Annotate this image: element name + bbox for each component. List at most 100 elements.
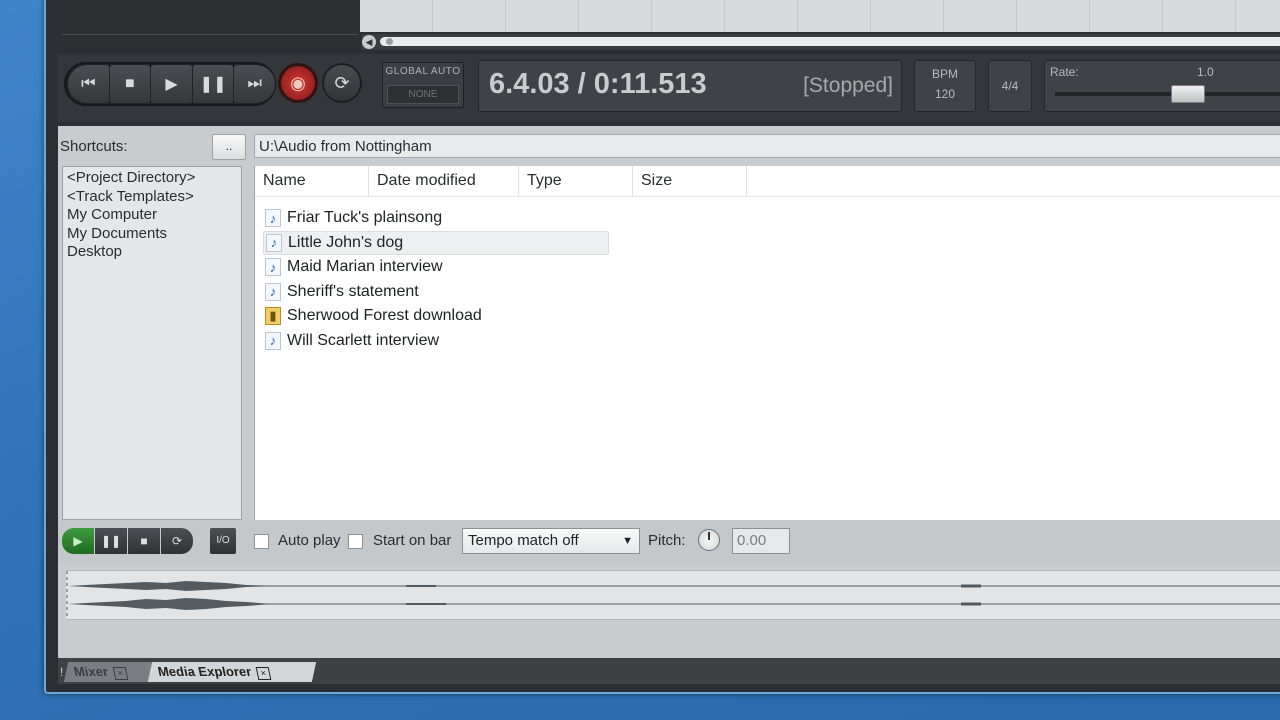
file-name: Sheriff's statement	[287, 282, 419, 300]
close-icon[interactable]: ×	[255, 667, 272, 680]
tab-mixer-label: Mixer	[72, 664, 110, 679]
global-auto-label: GLOBAL AUTO	[385, 66, 461, 77]
shortcuts-label: Shortcuts:	[60, 138, 128, 155]
record-button[interactable]: ◉	[278, 63, 318, 103]
rate-slider-knob[interactable]	[1171, 85, 1205, 103]
bpm-label: BPM	[931, 67, 958, 81]
auto-play-checkbox[interactable]	[254, 534, 269, 549]
list-item[interactable]: ♪ Will Scarlett interview	[263, 329, 609, 354]
path-field[interactable]: U:\Audio from Nottingham	[254, 134, 1280, 158]
tempo-match-select[interactable]: Tempo match off ▼	[462, 528, 640, 554]
shortcut-item[interactable]: My Computer	[67, 206, 237, 225]
auto-play-label: Auto play	[278, 532, 341, 549]
file-rows: ♪ Friar Tuck's plainsong ♪ Little John's…	[263, 206, 609, 353]
media-explorer-panel: Shortcuts: .. U:\Audio from Nottingham <…	[58, 126, 1280, 684]
repeat-button[interactable]: ⟳	[322, 63, 362, 103]
global-automation[interactable]: GLOBAL AUTO NONE	[382, 62, 464, 108]
horizontal-scrollbar[interactable]: ◀	[362, 34, 1280, 50]
file-name: Sherwood Forest download	[287, 307, 482, 325]
shortcut-list: <Project Directory> <Track Templates> My…	[62, 166, 242, 520]
shortcut-item[interactable]: <Project Directory>	[67, 169, 237, 188]
pitch-value-field[interactable]: 0.00	[732, 528, 790, 554]
column-date-modified[interactable]: Date modified	[369, 166, 519, 196]
stop-icon: ■	[140, 534, 148, 548]
zip-folder-icon: ▮	[265, 307, 281, 326]
browse-button[interactable]: ..	[212, 134, 246, 160]
preview-play-button[interactable]: ▶	[62, 528, 94, 554]
list-item[interactable]: ♪ Maid Marian interview	[263, 255, 609, 280]
bpm-value: 120	[934, 87, 956, 101]
pause-icon: ❚❚	[199, 76, 227, 93]
list-item[interactable]: ♪ Sheriff's statement	[263, 280, 609, 305]
position-readout: 6.4.03 / 0:11.513	[489, 68, 707, 100]
stop-icon: ■	[125, 75, 135, 92]
transport-buttons: ⏮ ■ ▶ ❚❚ ⏭	[64, 62, 276, 106]
skip-forward-icon: ⏭	[247, 75, 262, 92]
column-name[interactable]: Name	[255, 166, 369, 196]
rate-label: Rate:	[1050, 65, 1079, 79]
tab-media-explorer-label: Media Explorer	[156, 664, 253, 679]
play-icon: ▶	[165, 76, 178, 93]
skip-forward-button[interactable]: ⏭	[234, 65, 275, 103]
tempo-match-value: Tempo match off	[468, 532, 579, 549]
start-on-bar-label: Start on bar	[373, 532, 452, 549]
scrollbar-thumb[interactable]	[380, 37, 1280, 46]
reaper-window: ◀ ⏮ ■ ▶ ❚❚ ⏭ ◉ ⟳ GLOBAL AUTO NONE 6.4.03…	[44, 0, 1280, 694]
play-state: [Stopped]	[803, 74, 893, 97]
audio-file-icon: ♪	[266, 233, 282, 252]
audio-file-icon: ♪	[265, 282, 281, 301]
skip-back-icon: ⏮	[81, 75, 96, 92]
audio-file-icon: ♪	[265, 258, 281, 277]
time-signature[interactable]: 4/4	[988, 60, 1032, 112]
shortcut-item[interactable]: <Track Templates>	[67, 188, 237, 207]
list-item-selected[interactable]: ♪ Little John's dog	[263, 230, 609, 255]
list-item[interactable]: ▮ Sherwood Forest download	[263, 304, 609, 329]
bpm-display[interactable]: BPM 120	[914, 60, 976, 112]
scroll-left-icon[interactable]: ◀	[362, 35, 376, 49]
playrate-control: Rate: 1.0	[1044, 60, 1280, 112]
list-item[interactable]: ♪ Friar Tuck's plainsong	[263, 206, 609, 231]
file-name: Friar Tuck's plainsong	[287, 209, 443, 227]
column-size[interactable]: Size	[633, 166, 747, 196]
preview-repeat-button[interactable]: ⟳	[161, 528, 193, 554]
skip-back-button[interactable]: ⏮	[68, 65, 109, 103]
pitch-label: Pitch:	[648, 532, 686, 549]
close-icon[interactable]: ×	[112, 667, 129, 680]
global-auto-value[interactable]: NONE	[387, 85, 459, 104]
tab-media-explorer[interactable]: Media Explorer ×	[147, 662, 317, 682]
audio-file-icon: ♪	[265, 209, 281, 228]
shortcut-item[interactable]: My Documents	[67, 225, 237, 244]
preview-toolbar: ▶ ❚❚ ■ ⟳ I/O Auto play Start on bar Temp…	[58, 520, 1280, 564]
preview-buttons: ▶ ❚❚ ■ ⟳	[62, 528, 196, 554]
audio-file-icon: ♪	[265, 331, 281, 350]
preview-pause-button[interactable]: ❚❚	[95, 528, 127, 554]
arrange-view[interactable]	[360, 0, 1280, 32]
track-panel	[58, 0, 358, 50]
preview-stop-button[interactable]: ■	[128, 528, 160, 554]
file-name: Maid Marian interview	[287, 258, 443, 276]
docker-tabs: ! Mixer × Media Explorer ×	[58, 658, 1280, 684]
record-icon: ◉	[290, 72, 306, 93]
rate-slider-track[interactable]	[1055, 92, 1280, 96]
stop-button[interactable]: ■	[109, 65, 151, 103]
file-list: Name Date modified Type Size ♪ Friar Tuc…	[254, 166, 1280, 520]
file-name: Will Scarlett interview	[287, 331, 440, 349]
play-button[interactable]: ▶	[151, 65, 192, 103]
column-headers: Name Date modified Type Size	[255, 166, 1280, 197]
play-icon: ▶	[73, 534, 83, 548]
file-name: Little John's dog	[288, 233, 404, 251]
waveform-preview[interactable]	[66, 570, 1280, 620]
shortcut-item[interactable]: Desktop	[67, 243, 237, 262]
column-type[interactable]: Type	[519, 166, 633, 196]
repeat-icon: ⟳	[171, 534, 183, 548]
transport-bar: ⏮ ■ ▶ ❚❚ ⏭ ◉ ⟳ GLOBAL AUTO NONE 6.4.03 /…	[58, 54, 1280, 122]
pitch-knob[interactable]	[698, 529, 720, 551]
pause-icon: ❚❚	[100, 534, 122, 548]
pause-button[interactable]: ❚❚	[192, 65, 234, 103]
rate-value: 1.0	[1197, 65, 1214, 79]
time-display[interactable]: 6.4.03 / 0:11.513 [Stopped]	[478, 60, 902, 112]
waveform-graphic	[68, 581, 1280, 610]
io-button[interactable]: I/O	[210, 528, 236, 554]
start-on-bar-checkbox[interactable]	[348, 534, 363, 549]
repeat-icon: ⟳	[334, 72, 350, 93]
